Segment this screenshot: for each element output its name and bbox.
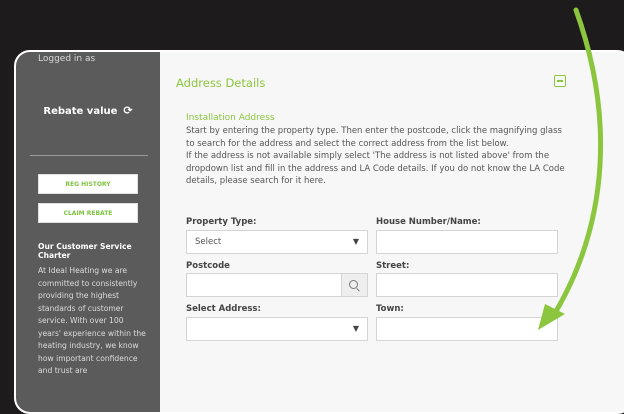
- instruction-1: Start by entering the property type. The…: [186, 126, 562, 149]
- instructions: Start by entering the property type. The…: [186, 125, 566, 188]
- divider: [30, 155, 148, 156]
- form-card: Logged in as Rebate value ⟳ REG HISTORY C…: [14, 50, 624, 414]
- charter-title: Our Customer Service Charter: [38, 242, 132, 260]
- property-type-select[interactable]: Select ▼: [186, 230, 368, 254]
- street-label: Street:: [376, 261, 410, 271]
- chevron-down-icon: ▼: [352, 324, 359, 333]
- charter-text: At Ideal Heating we are committed to con…: [38, 266, 146, 375]
- postcode-input[interactable]: [186, 273, 368, 297]
- select-address-label: Select Address:: [186, 304, 261, 314]
- street-input[interactable]: [376, 273, 558, 297]
- claim-rebate-button[interactable]: CLAIM REBATE: [38, 203, 138, 223]
- address-panel: Address Details Installation Address Sta…: [160, 52, 624, 412]
- select-address-dropdown[interactable]: ▼: [186, 317, 368, 341]
- section-title: Address Details: [176, 76, 266, 90]
- town-input[interactable]: [376, 317, 558, 341]
- property-type-label: Property Type:: [186, 217, 257, 227]
- chevron-down-icon: ▼: [352, 237, 359, 246]
- reg-history-button[interactable]: REG HISTORY: [38, 174, 138, 194]
- house-input[interactable]: [376, 230, 558, 254]
- minus-square-icon[interactable]: [554, 75, 566, 87]
- search-icon: [349, 280, 358, 289]
- search-button[interactable]: [341, 274, 367, 296]
- property-type-value: Select: [195, 237, 222, 247]
- logged-in-text: Logged in as: [38, 54, 96, 64]
- instruction-2: If the address is not available simply s…: [186, 151, 565, 186]
- refresh-icon[interactable]: ⟳: [123, 104, 132, 117]
- house-label: House Number/Name:: [376, 217, 481, 227]
- rebate-label: Rebate value: [43, 106, 118, 117]
- postcode-label: Postcode: [186, 261, 230, 271]
- sidebar: Logged in as Rebate value ⟳ REG HISTORY C…: [16, 52, 160, 412]
- rebate-value: Rebate value ⟳: [16, 104, 160, 117]
- install-title: Installation Address: [186, 113, 275, 123]
- town-label: Town:: [376, 304, 404, 314]
